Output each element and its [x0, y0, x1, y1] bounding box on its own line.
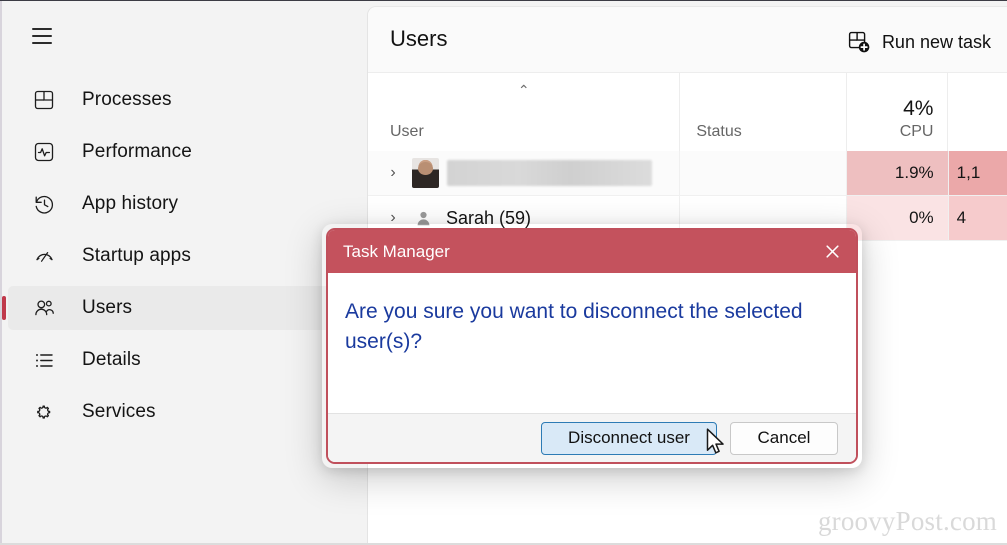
cell-status	[680, 151, 848, 195]
run-new-task-button[interactable]: Run new task	[838, 25, 999, 59]
column-header-status[interactable]: Status	[680, 73, 848, 151]
hamburger-line	[32, 28, 52, 30]
performance-icon	[30, 138, 58, 166]
sidebar-item-performance[interactable]: Performance	[8, 130, 353, 174]
column-header-status-label: Status	[696, 122, 742, 140]
table-row[interactable]: › 1.9% 1,1	[368, 151, 1007, 196]
sidebar-item-label: Services	[82, 401, 156, 422]
column-header-user-label: User	[390, 122, 424, 140]
cancel-button[interactable]: Cancel	[730, 421, 838, 455]
chevron-right-icon[interactable]: ›	[382, 162, 404, 184]
dialog-body: Are you sure you want to disconnect the …	[328, 273, 856, 413]
window-left-border	[0, 0, 2, 545]
avatar	[412, 158, 439, 188]
details-icon	[30, 346, 58, 374]
sidebar-item-users[interactable]: Users	[2, 286, 353, 330]
run-new-task-icon	[846, 29, 872, 55]
cell-memory: 4	[948, 196, 1007, 240]
close-icon[interactable]	[814, 234, 850, 268]
column-header-cpu-label: CPU	[899, 122, 934, 140]
sidebar-item-label: Processes	[82, 89, 172, 110]
startup-apps-icon	[30, 242, 58, 270]
sidebar: Processes Performance App history Startu…	[0, 0, 367, 545]
hamburger-menu-button[interactable]	[22, 16, 62, 56]
sidebar-item-label: Startup apps	[82, 245, 191, 266]
watermark: groovyPost.com	[817, 506, 997, 536]
disconnect-user-button[interactable]: Disconnect user	[541, 421, 717, 455]
sidebar-item-label: App history	[82, 193, 179, 214]
run-new-task-label: Run new task	[881, 31, 991, 52]
dialog-footer: Disconnect user Cancel	[328, 413, 856, 462]
dialog-message: Are you sure you want to disconnect the …	[345, 300, 803, 354]
cell-memory: 1,1	[948, 151, 1007, 195]
sidebar-item-label: Performance	[82, 141, 192, 162]
sidebar-item-label: Details	[82, 349, 141, 370]
services-icon	[30, 398, 58, 426]
sidebar-item-details[interactable]: Details	[8, 338, 353, 382]
window-top-border	[0, 0, 1007, 1]
sidebar-item-processes[interactable]: Processes	[8, 78, 353, 122]
cell-cpu: 0%	[847, 196, 949, 240]
column-header-cpu[interactable]: 4% CPU	[847, 73, 949, 151]
app-history-icon	[30, 190, 58, 218]
sort-ascending-icon: ⌃	[517, 82, 530, 98]
dialog-title: Task Manager	[343, 241, 450, 261]
cpu-total-percent: 4%	[903, 96, 934, 120]
content-header: Users Run new task	[368, 7, 1007, 72]
task-manager-window: Processes Performance App history Startu…	[0, 0, 1007, 545]
sidebar-item-label: Users	[82, 297, 133, 318]
dialog-titlebar: Task Manager	[328, 230, 856, 273]
table-header-row: ⌃ User Status 4% CPU	[368, 72, 1007, 151]
processes-icon	[30, 86, 58, 114]
sidebar-item-services[interactable]: Services	[8, 390, 353, 434]
user-name-redacted	[447, 160, 652, 186]
column-header-user[interactable]: ⌃ User	[368, 73, 681, 151]
users-icon	[30, 294, 58, 322]
sidebar-item-app-history[interactable]: App history	[8, 182, 353, 226]
confirm-disconnect-dialog: Task Manager Are you sure you want to di…	[326, 228, 858, 464]
hamburger-line	[32, 42, 52, 44]
cell-cpu: 1.9%	[847, 151, 949, 195]
sidebar-nav: Processes Performance App history Startu…	[2, 70, 353, 442]
sidebar-item-startup-apps[interactable]: Startup apps	[8, 234, 353, 278]
cell-user: ›	[368, 151, 681, 195]
column-header-memory[interactable]	[948, 73, 1007, 151]
page-title: Users	[390, 26, 448, 51]
users-table: ⌃ User Status 4% CPU › 1.9% 1,1 › Sarah …	[368, 72, 1007, 241]
hamburger-line	[32, 35, 52, 37]
